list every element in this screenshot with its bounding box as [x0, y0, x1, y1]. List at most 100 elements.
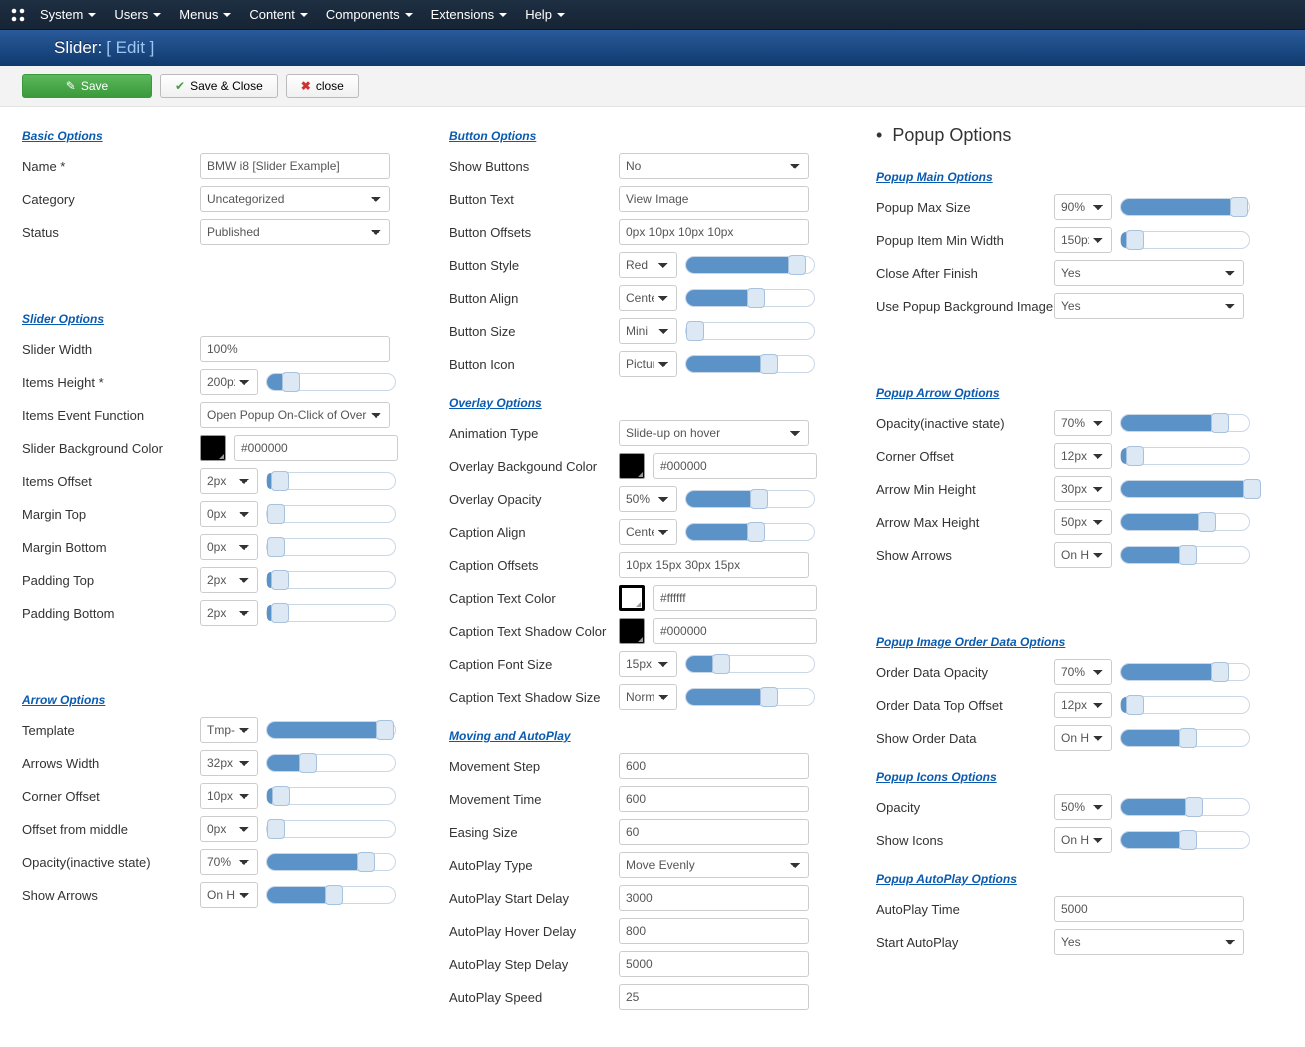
- button-align-select[interactable]: Center: [619, 285, 677, 311]
- autoplay-speed-input[interactable]: [619, 984, 809, 1010]
- offset-middle-select[interactable]: 0px: [200, 816, 258, 842]
- margin-top-select[interactable]: 0px: [200, 501, 258, 527]
- show-order-data-select[interactable]: On Hover: [1054, 725, 1112, 751]
- nav-content[interactable]: Content: [249, 7, 308, 22]
- use-popup-bg-select[interactable]: Yes: [1054, 293, 1244, 319]
- margin-bottom-slider[interactable]: [266, 538, 396, 556]
- caption-font-size-slider[interactable]: [685, 655, 815, 673]
- section-slider[interactable]: Slider Options: [22, 312, 104, 326]
- offset-middle-slider[interactable]: [266, 820, 396, 838]
- nav-menus[interactable]: Menus: [179, 7, 231, 22]
- section-button[interactable]: Button Options: [449, 129, 536, 143]
- arrow-max-height-select[interactable]: 50px: [1054, 509, 1112, 535]
- button-icon-select[interactable]: Picture: [619, 351, 677, 377]
- popup-arrow-opacity-slider[interactable]: [1120, 414, 1250, 432]
- section-popup-arrow[interactable]: Popup Arrow Options: [876, 386, 1000, 400]
- order-data-offset-slider[interactable]: [1120, 696, 1250, 714]
- popup-show-arrows-slider[interactable]: [1120, 546, 1250, 564]
- arrows-width-slider[interactable]: [266, 754, 396, 772]
- arrows-width-select[interactable]: 32px: [200, 750, 258, 776]
- save-close-button[interactable]: ✔Save & Close: [160, 74, 278, 98]
- overlay-bg-swatch[interactable]: [619, 453, 645, 479]
- icons-opacity-select[interactable]: 50%: [1054, 794, 1112, 820]
- show-icons-select[interactable]: On Hover: [1054, 827, 1112, 853]
- section-popup-autoplay[interactable]: Popup AutoPlay Options: [876, 872, 1017, 886]
- popup-corner-offset-select[interactable]: 12px: [1054, 443, 1112, 469]
- overlay-opacity-select[interactable]: 50%: [619, 486, 677, 512]
- caption-shadow-size-select[interactable]: Normal: [619, 684, 677, 710]
- close-button[interactable]: ✖close: [286, 74, 359, 98]
- caption-font-size-select[interactable]: 15px: [619, 651, 677, 677]
- movement-time-input[interactable]: [619, 786, 809, 812]
- slider-bg-swatch[interactable]: [200, 435, 226, 461]
- template-slider[interactable]: [266, 721, 396, 739]
- section-arrow[interactable]: Arrow Options: [22, 693, 105, 707]
- event-function-select[interactable]: Open Popup On-Click of Overlay: [200, 402, 390, 428]
- movement-step-input[interactable]: [619, 753, 809, 779]
- padding-bottom-slider[interactable]: [266, 604, 396, 622]
- slider-bg-input[interactable]: [234, 435, 398, 461]
- status-select[interactable]: Published: [200, 219, 390, 245]
- caption-text-color-input[interactable]: [653, 585, 817, 611]
- padding-bottom-select[interactable]: 2px: [200, 600, 258, 626]
- section-popup-order[interactable]: Popup Image Order Data Options: [876, 635, 1065, 649]
- nav-help[interactable]: Help: [525, 7, 565, 22]
- nav-extensions[interactable]: Extensions: [431, 7, 508, 22]
- section-basic[interactable]: Basic Options: [22, 129, 103, 143]
- section-popup-main[interactable]: Popup Main Options: [876, 170, 993, 184]
- margin-top-slider[interactable]: [266, 505, 396, 523]
- slider-width-input[interactable]: [200, 336, 390, 362]
- popup-arrow-opacity-select[interactable]: 70%: [1054, 410, 1112, 436]
- show-order-data-slider[interactable]: [1120, 729, 1250, 747]
- popup-min-width-select[interactable]: 150px: [1054, 227, 1112, 253]
- section-overlay[interactable]: Overlay Options: [449, 396, 542, 410]
- name-input[interactable]: [200, 153, 390, 179]
- items-height-select[interactable]: 200px: [200, 369, 258, 395]
- items-height-slider[interactable]: [266, 373, 396, 391]
- button-size-slider[interactable]: [685, 322, 815, 340]
- caption-offsets-input[interactable]: [619, 552, 809, 578]
- button-size-select[interactable]: Mini: [619, 318, 677, 344]
- order-data-offset-select[interactable]: 12px: [1054, 692, 1112, 718]
- caption-align-slider[interactable]: [685, 523, 815, 541]
- arrow-max-height-slider[interactable]: [1120, 513, 1250, 531]
- show-icons-slider[interactable]: [1120, 831, 1250, 849]
- order-data-opacity-slider[interactable]: [1120, 663, 1250, 681]
- caption-shadow-color-swatch[interactable]: [619, 618, 645, 644]
- button-text-input[interactable]: [619, 186, 809, 212]
- section-popup-icons[interactable]: Popup Icons Options: [876, 770, 997, 784]
- margin-bottom-select[interactable]: 0px: [200, 534, 258, 560]
- overlay-opacity-slider[interactable]: [685, 490, 815, 508]
- order-data-opacity-select[interactable]: 70%: [1054, 659, 1112, 685]
- animation-type-select[interactable]: Slide-up on hover: [619, 420, 809, 446]
- button-style-select[interactable]: Red: [619, 252, 677, 278]
- padding-top-slider[interactable]: [266, 571, 396, 589]
- items-offset-slider[interactable]: [266, 472, 396, 490]
- corner-offset-select[interactable]: 10px: [200, 783, 258, 809]
- popup-show-arrows-select[interactable]: On Hover: [1054, 542, 1112, 568]
- icons-opacity-slider[interactable]: [1120, 798, 1250, 816]
- popup-autoplay-time-input[interactable]: [1054, 896, 1244, 922]
- show-arrows-slider[interactable]: [266, 886, 396, 904]
- nav-components[interactable]: Components: [326, 7, 413, 22]
- corner-offset-slider[interactable]: [266, 787, 396, 805]
- items-offset-select[interactable]: 2px: [200, 468, 258, 494]
- easing-size-input[interactable]: [619, 819, 809, 845]
- autoplay-step-delay-input[interactable]: [619, 951, 809, 977]
- autoplay-start-delay-input[interactable]: [619, 885, 809, 911]
- start-autoplay-select[interactable]: Yes: [1054, 929, 1244, 955]
- arrow-opacity-slider[interactable]: [266, 853, 396, 871]
- popup-max-size-slider[interactable]: [1120, 198, 1250, 216]
- arrow-min-height-slider[interactable]: [1120, 480, 1250, 498]
- overlay-bg-input[interactable]: [653, 453, 817, 479]
- button-offsets-input[interactable]: [619, 219, 809, 245]
- popup-corner-offset-slider[interactable]: [1120, 447, 1250, 465]
- caption-shadow-color-input[interactable]: [653, 618, 817, 644]
- popup-max-size-select[interactable]: 90%: [1054, 194, 1112, 220]
- autoplay-type-select[interactable]: Move Evenly: [619, 852, 809, 878]
- button-style-slider[interactable]: [685, 256, 815, 274]
- category-select[interactable]: Uncategorized: [200, 186, 390, 212]
- button-icon-slider[interactable]: [685, 355, 815, 373]
- button-align-slider[interactable]: [685, 289, 815, 307]
- section-moving[interactable]: Moving and AutoPlay: [449, 729, 571, 743]
